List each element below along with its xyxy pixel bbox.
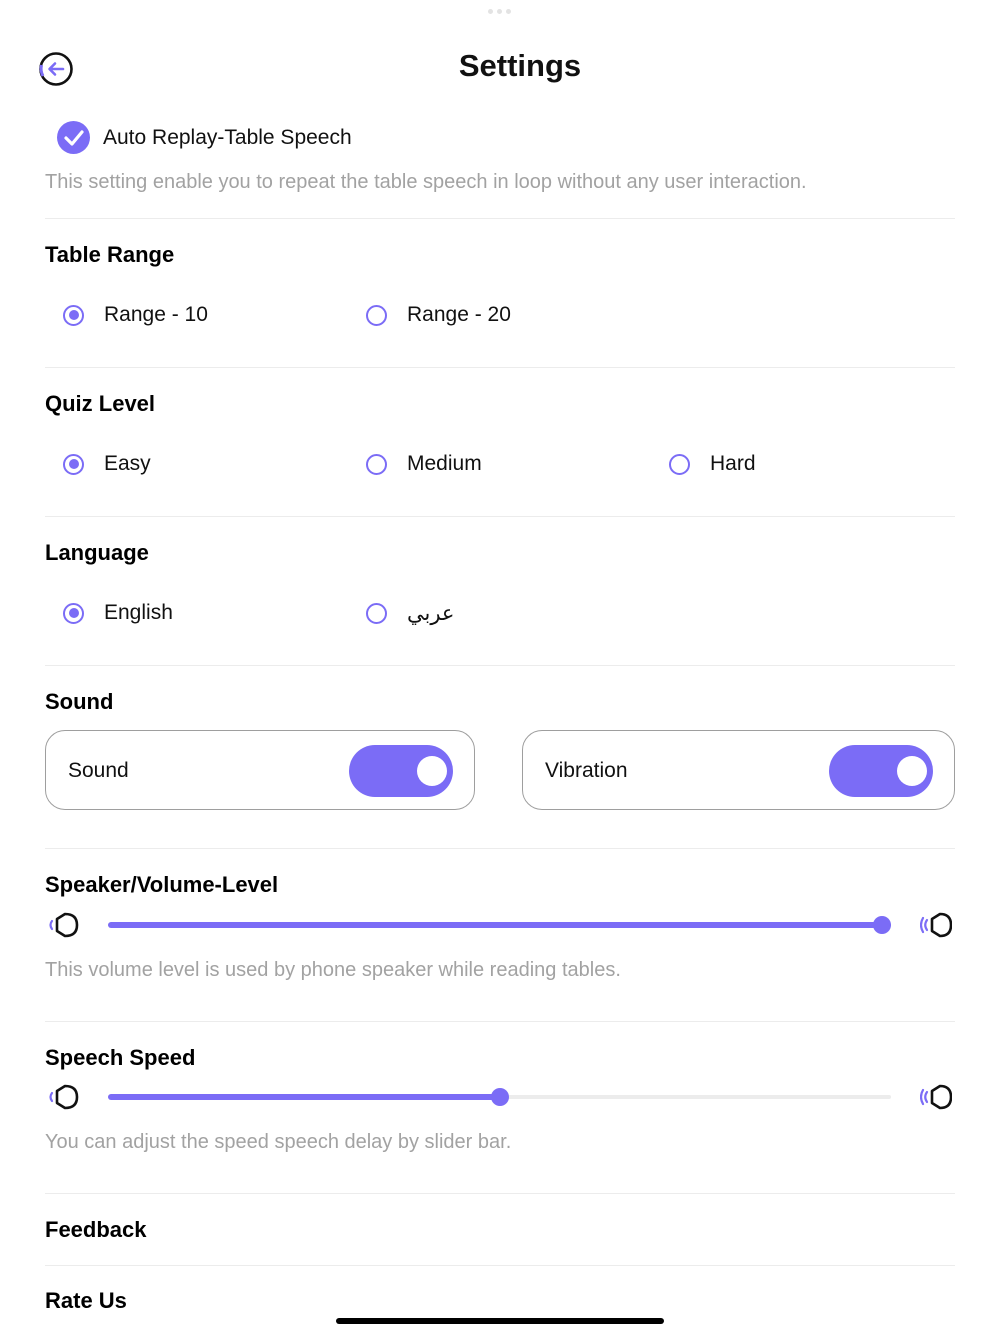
radio-english[interactable]: English bbox=[63, 601, 173, 625]
sound-toggle-label: Sound bbox=[68, 759, 129, 782]
radio-selected-icon bbox=[63, 304, 84, 326]
radio-label: Medium bbox=[407, 452, 482, 475]
sound-title: Sound bbox=[45, 689, 114, 714]
slider-fill bbox=[108, 1094, 500, 1100]
radio-arabic[interactable]: عربي bbox=[366, 601, 454, 626]
radio-medium[interactable]: Medium bbox=[366, 452, 482, 476]
vibration-card: Vibration bbox=[522, 730, 955, 810]
home-indicator bbox=[336, 1318, 664, 1324]
radio-unselected-icon bbox=[366, 453, 387, 475]
vibration-toggle-label: Vibration bbox=[545, 759, 628, 782]
divider bbox=[45, 367, 955, 368]
vibration-toggle[interactable] bbox=[829, 745, 933, 797]
divider bbox=[45, 218, 955, 219]
page-title: Settings bbox=[458, 48, 582, 83]
toggle-knob bbox=[417, 756, 447, 786]
radio-hard[interactable]: Hard bbox=[669, 452, 756, 476]
radio-range-20[interactable]: Range - 20 bbox=[366, 303, 511, 327]
radio-unselected-icon bbox=[366, 603, 387, 624]
radio-label: English bbox=[104, 601, 173, 624]
language-title: Language bbox=[45, 540, 149, 565]
multitask-indicator bbox=[488, 9, 514, 15]
radio-label: Range - 10 bbox=[104, 303, 208, 326]
volume-slider[interactable] bbox=[108, 915, 891, 935]
radio-unselected-icon bbox=[366, 304, 387, 326]
toggle-knob bbox=[897, 756, 927, 786]
feedback-link[interactable]: Feedback bbox=[45, 1217, 147, 1243]
auto-replay-label: Auto Replay-Table Speech bbox=[103, 126, 352, 149]
divider bbox=[45, 665, 955, 666]
speech-speed-title: Speech Speed bbox=[45, 1045, 196, 1070]
speech-speed-slider[interactable] bbox=[108, 1087, 891, 1107]
speaker-low-icon bbox=[49, 912, 79, 938]
checkmark-icon bbox=[64, 130, 84, 146]
quiz-level-title: Quiz Level bbox=[45, 391, 156, 416]
speaker-high-icon bbox=[920, 912, 952, 938]
slider-fill bbox=[108, 922, 891, 928]
radio-selected-icon bbox=[63, 453, 84, 475]
speaker-low-icon bbox=[49, 1084, 79, 1110]
radio-selected-icon bbox=[63, 602, 84, 624]
sound-card: Sound bbox=[45, 730, 475, 810]
auto-replay-description: This setting enable you to repeat the ta… bbox=[45, 171, 807, 193]
divider bbox=[45, 516, 955, 517]
radio-easy[interactable]: Easy bbox=[63, 452, 151, 476]
radio-unselected-icon bbox=[669, 453, 690, 475]
divider bbox=[45, 1021, 955, 1022]
speaker-high-icon bbox=[920, 1084, 952, 1110]
slider-thumb[interactable] bbox=[873, 916, 891, 934]
divider bbox=[45, 1265, 955, 1266]
slider-thumb[interactable] bbox=[490, 1088, 509, 1106]
divider bbox=[45, 1193, 955, 1194]
radio-label: Range - 20 bbox=[407, 303, 511, 326]
volume-title: Speaker/Volume-Level bbox=[45, 872, 279, 897]
divider bbox=[45, 848, 955, 849]
speech-speed-description: You can adjust the speed speech delay by… bbox=[45, 1131, 512, 1153]
radio-range-10[interactable]: Range - 10 bbox=[63, 303, 208, 327]
radio-label: Hard bbox=[710, 452, 756, 475]
volume-description: This volume level is used by phone speak… bbox=[45, 959, 621, 981]
radio-label: عربي bbox=[407, 602, 455, 625]
radio-label: Easy bbox=[104, 452, 151, 475]
rate-us-link[interactable]: Rate Us bbox=[45, 1288, 127, 1314]
auto-replay-checkbox[interactable] bbox=[57, 121, 90, 154]
table-range-title: Table Range bbox=[45, 242, 175, 267]
sound-toggle[interactable] bbox=[349, 745, 453, 797]
